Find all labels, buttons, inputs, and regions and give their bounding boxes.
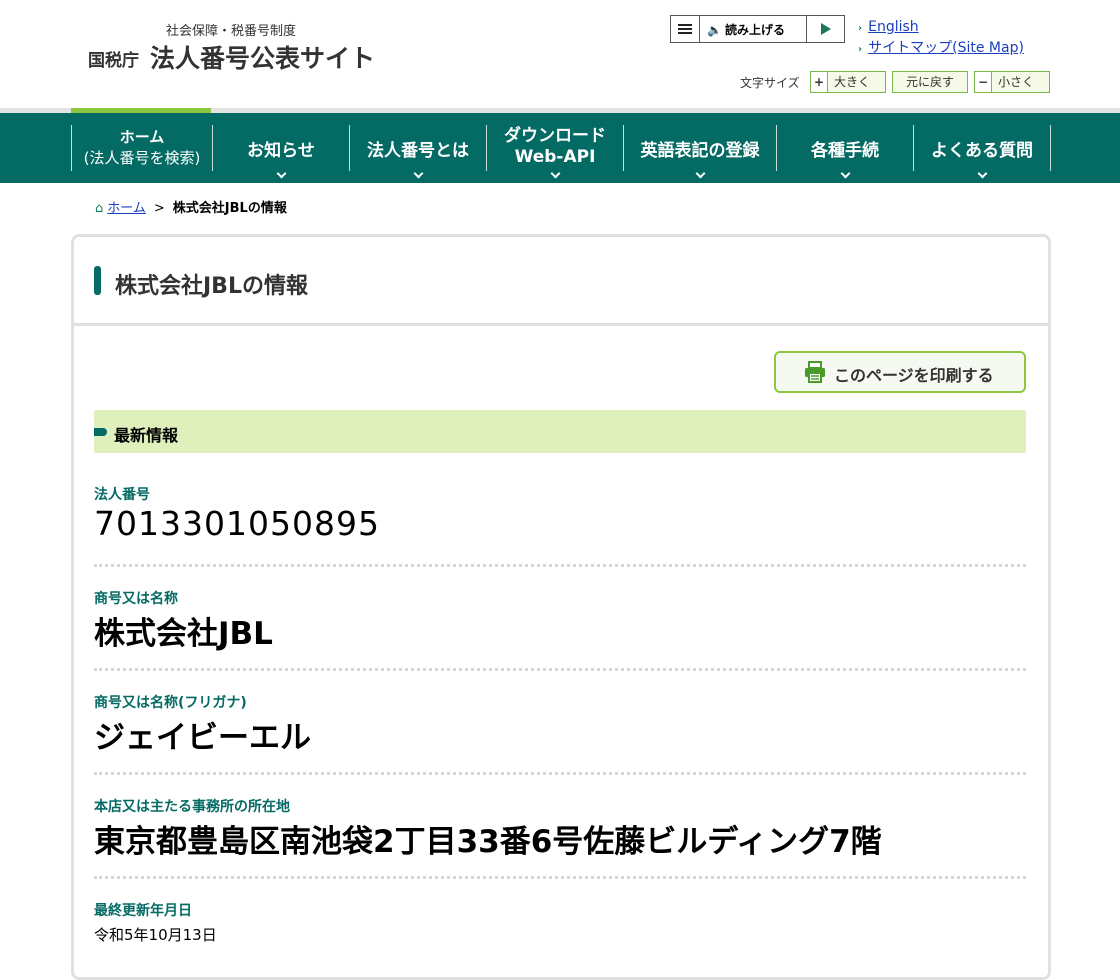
company-name-value: 株式会社JBL — [94, 616, 273, 652]
dotted-divider — [94, 772, 1026, 775]
nav-faq-label: よくある質問 — [931, 141, 1033, 161]
breadcrumb-home-link[interactable]: ホーム — [107, 201, 146, 216]
readaloud-menu-button[interactable] — [671, 16, 700, 42]
section-title: 最新情報 — [114, 426, 179, 445]
dotted-divider — [94, 876, 1026, 879]
content-panel: 株式会社JBLの情報 このページを印刷する 最新情報 法人番号 70133010… — [71, 234, 1051, 980]
field-corporate-number: 法人番号 7013301050895 — [94, 484, 1026, 569]
section-header: 最新情報 — [94, 410, 1026, 453]
field-company-name-kana: 商号又は名称(フリガナ) ジェイビーエル — [94, 692, 1026, 777]
nav-item-english[interactable]: 英語表記の登録 — [623, 125, 776, 179]
logo-subtitle: 社会保障・税番号制度 — [166, 24, 297, 39]
nav-item-news[interactable]: お知らせ — [212, 125, 349, 179]
dotted-divider — [94, 564, 1026, 567]
field-label: 最終更新年月日 — [94, 903, 192, 919]
field-label: 本店又は主たる事務所の所在地 — [94, 799, 290, 815]
breadcrumb: ⌂ ホーム > 株式会社JBLの情報 — [95, 197, 287, 216]
breadcrumb-current: 株式会社JBLの情報 — [172, 201, 287, 216]
nav-about-label: 法人番号とは — [367, 141, 469, 161]
nav-download-line2: Web-API — [514, 147, 596, 167]
chevron-down-icon — [413, 168, 424, 179]
sitemap-link[interactable]: サイトマップ(Site Map) — [868, 40, 1024, 56]
print-button-label: このページを印刷する — [834, 366, 994, 385]
nav-download-line1: ダウンロード — [504, 126, 606, 146]
play-icon — [821, 23, 831, 35]
font-larger-button[interactable]: + 大きく — [810, 71, 886, 93]
address-value: 東京都豊島区南池袋2丁目33番6号佐藤ビルディング7階 — [94, 824, 882, 860]
readaloud-button[interactable]: 🔈 読み上げる — [707, 21, 785, 38]
breadcrumb-separator: > — [153, 201, 165, 216]
logo-title: 法人番号公表サイト — [150, 44, 376, 73]
global-nav: ホーム (法人番号を検索) お知らせ 法人番号とは ダウンロード Web-API… — [0, 113, 1120, 183]
dotted-divider — [94, 668, 1026, 671]
font-reset-label: 元に戻す — [905, 75, 954, 89]
nav-news-label: お知らせ — [247, 141, 315, 161]
corporate-number-value: 7013301050895 — [94, 504, 380, 543]
section-marker — [94, 428, 107, 436]
plus-icon: + — [811, 72, 828, 92]
top-links: › English › サイトマップ(Site Map) — [858, 17, 1024, 59]
title-marker — [94, 266, 101, 295]
nav-home-line1: ホーム — [119, 128, 165, 146]
last-updated-value: 令和5年10月13日 — [94, 926, 217, 944]
logo-agency: 国税庁 — [88, 51, 139, 71]
chevron-down-icon — [550, 168, 561, 179]
font-larger-label: 大きく — [834, 75, 871, 89]
chevron-down-icon — [977, 168, 988, 179]
field-label: 商号又は名称(フリガナ) — [94, 695, 247, 711]
chevron-down-icon — [695, 168, 706, 179]
nav-procedures-label: 各種手続 — [811, 141, 879, 161]
speaker-icon: 🔈 — [707, 23, 722, 37]
english-link[interactable]: English — [868, 19, 919, 35]
field-last-updated: 最終更新年月日 令和5年10月13日 — [94, 900, 1026, 960]
field-company-name: 商号又は名称 株式会社JBL — [94, 588, 1026, 673]
nav-item-about[interactable]: 法人番号とは — [349, 125, 486, 179]
nav-home-line2: (法人番号を検索) — [83, 149, 201, 167]
chevron-down-icon — [840, 168, 851, 179]
nav-item-download[interactable]: ダウンロード Web-API — [486, 125, 623, 179]
nav-item-faq[interactable]: よくある質問 — [913, 125, 1051, 179]
readaloud-label: 読み上げる — [724, 23, 785, 37]
chevron-down-icon — [276, 168, 287, 179]
font-smaller-button[interactable]: − 小さく — [974, 71, 1050, 93]
minus-icon: − — [975, 72, 992, 92]
play-button[interactable] — [806, 16, 845, 42]
field-address: 本店又は主たる事務所の所在地 東京都豊島区南池袋2丁目33番6号佐藤ビルディング… — [94, 796, 1026, 881]
panel-header: 株式会社JBLの情報 — [74, 237, 1048, 326]
site-header: 社会保障・税番号制度 国税庁 法人番号公表サイト 🔈 読み上げる › English… — [0, 0, 1120, 108]
font-smaller-label: 小さく — [998, 75, 1035, 89]
field-label: 法人番号 — [94, 487, 150, 503]
chevron-right-icon: › — [858, 44, 863, 55]
font-reset-button[interactable]: 元に戻す — [892, 71, 968, 93]
print-page-button[interactable]: このページを印刷する — [774, 351, 1026, 393]
nav-item-home[interactable]: ホーム (法人番号を検索) — [71, 125, 212, 171]
printer-icon — [805, 361, 825, 383]
field-label: 商号又は名称 — [94, 591, 178, 607]
nav-english-label: 英語表記の登録 — [640, 141, 760, 161]
nav-item-procedures[interactable]: 各種手続 — [776, 125, 913, 179]
home-icon: ⌂ — [95, 201, 104, 216]
page-title: 株式会社JBLの情報 — [115, 274, 308, 299]
chevron-right-icon: › — [858, 23, 863, 34]
company-name-kana-value: ジェイビーエル — [94, 720, 311, 756]
readaloud-widget: 🔈 読み上げる — [670, 15, 845, 43]
font-size-label: 文字サイズ — [740, 76, 800, 90]
